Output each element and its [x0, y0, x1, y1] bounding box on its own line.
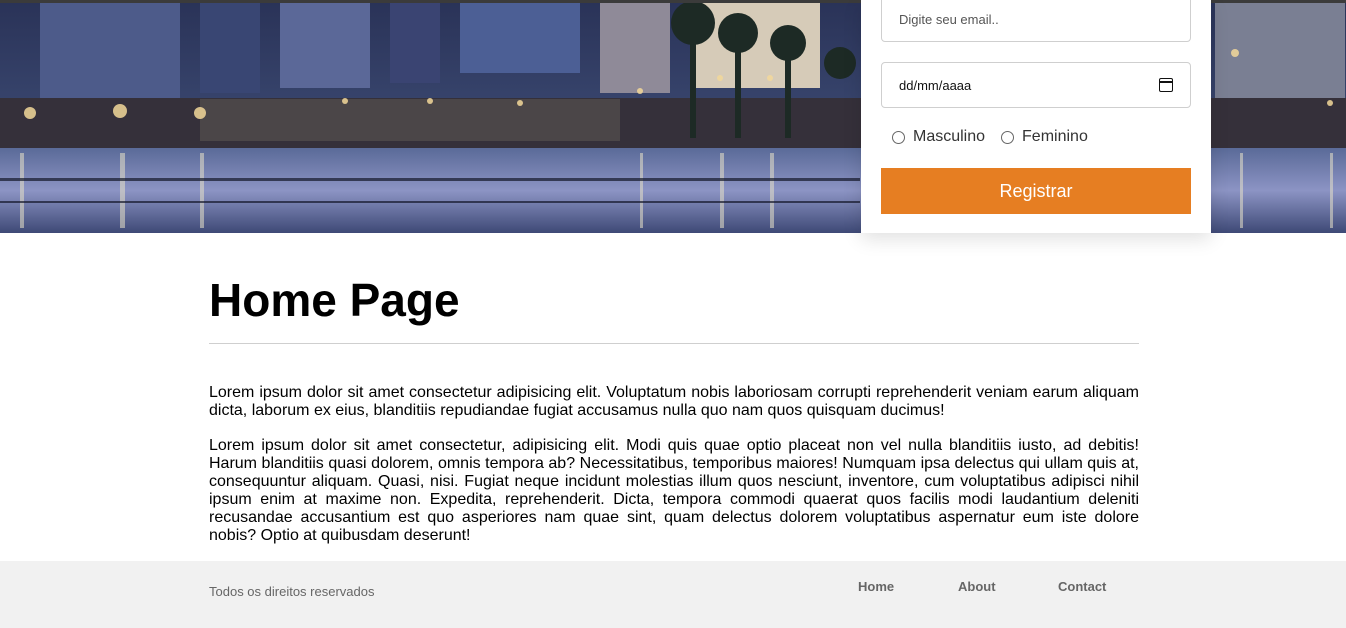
gender-radio-group: Masculino Feminino [892, 128, 1104, 146]
page-title: Home Page [209, 274, 460, 326]
register-button[interactable]: Registrar [881, 168, 1191, 214]
main-content: Home Page Lorem ipsum dolor sit amet con… [209, 270, 1139, 545]
footer-link-contact[interactable]: Contact [1058, 579, 1106, 594]
footer: Todos os direitos reservados Home About … [0, 561, 1346, 628]
radio-masculino[interactable]: Masculino [892, 128, 985, 146]
registration-form: Digite seu email.. dd/mm/aaaa Masculino … [861, 0, 1211, 233]
date-field[interactable]: dd/mm/aaaa [881, 62, 1191, 108]
email-placeholder: Digite seu email.. [899, 11, 999, 27]
radio-masculino-label: Masculino [913, 128, 986, 145]
radio-feminino[interactable]: Feminino [1001, 128, 1088, 146]
date-value: dd/mm/aaaa [899, 77, 972, 93]
copyright-text: Todos os direitos reservados [209, 584, 375, 599]
footer-link-home[interactable]: Home [858, 579, 894, 594]
radio-masculino-circle[interactable] [892, 130, 905, 144]
paragraph-1: Lorem ipsum dolor sit amet consectetur a… [209, 384, 1139, 419]
email-field[interactable]: Digite seu email.. [881, 0, 1191, 42]
calendar-icon[interactable] [1159, 78, 1173, 92]
paragraph-2: Lorem ipsum dolor sit amet consectetur, … [209, 437, 1139, 544]
radio-feminino-circle[interactable] [1001, 130, 1015, 144]
radio-feminino-label: Feminino [1022, 128, 1088, 145]
title-divider [209, 343, 1139, 344]
footer-link-about[interactable]: About [958, 579, 996, 594]
